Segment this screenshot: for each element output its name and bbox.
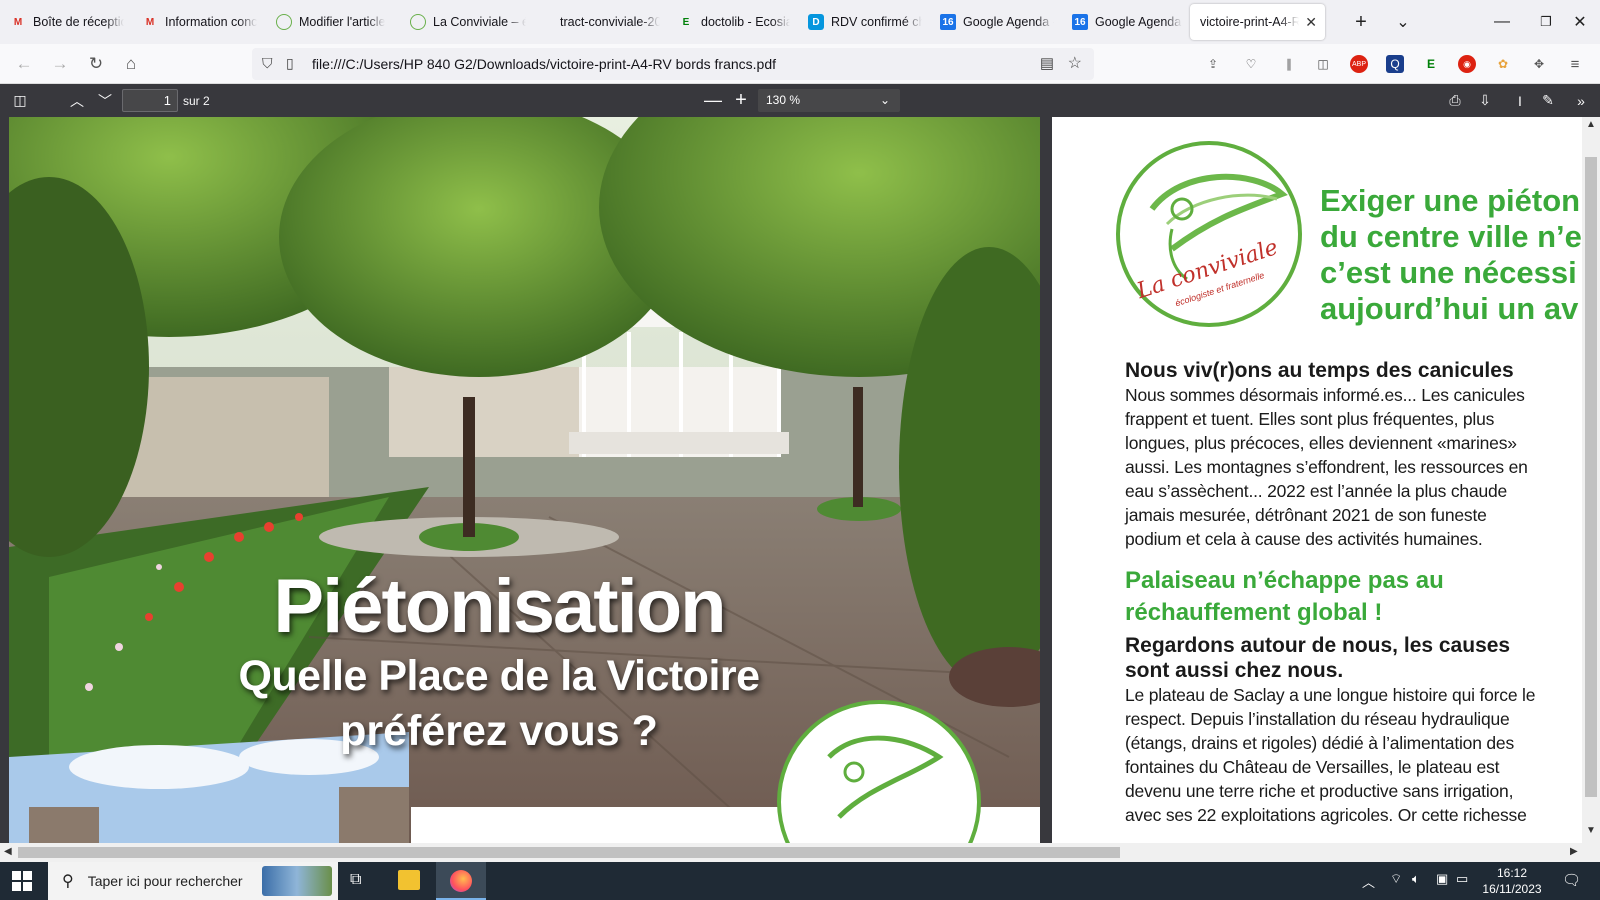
extension-orange-icon[interactable]: ✿ [1494, 55, 1512, 73]
text-tool-icon[interactable]: I [1508, 84, 1532, 117]
horizontal-scroll-thumb[interactable] [18, 847, 1120, 858]
vertical-scrollbar[interactable]: ▲ ▼ [1582, 117, 1600, 843]
back-arrow-icon[interactable]: ← [12, 52, 36, 76]
tab-modifier-article[interactable]: Modifier l'article [266, 0, 400, 44]
tab-victoire-pdf[interactable]: victoire-print-A4-R ✕ [1190, 4, 1325, 40]
tab-ecosia-doctolib[interactable]: Edoctolib - Ecosia [668, 0, 798, 44]
home-icon[interactable]: ⌂ [119, 52, 143, 76]
url-text[interactable]: file:///C:/Users/HP 840 G2/Downloads/vic… [312, 56, 776, 72]
article-body: Nous viv(r)ons au temps des canicules No… [1125, 358, 1565, 827]
draw-tool-icon[interactable]: ✎ [1536, 84, 1560, 117]
show-hidden-icons-icon[interactable]: ︿ [1362, 872, 1375, 891]
network-icon[interactable]: ⌔ [1390, 871, 1402, 887]
print-icon[interactable]: ⎙ [1442, 84, 1468, 117]
tab-google-agenda-2[interactable]: 16 Google Agenda - [1062, 0, 1190, 44]
chevron-down-icon: ⌄ [879, 93, 890, 107]
tab-strip: M Boîte de réceptio M Information conc Mod… [0, 0, 1600, 44]
pdf-viewer[interactable]: Piétonisation Quelle Place de la Victoir… [0, 117, 1600, 843]
navigation-toolbar: ← → ↻ ⌂ ⛉ ▯ file:///C:/Users/HP 840 G2/D… [0, 44, 1600, 84]
library-icon[interactable]: ∥ [1280, 55, 1298, 73]
battery-icon[interactable]: ▭ [1456, 871, 1468, 887]
tools-menu-icon[interactable]: » [1568, 84, 1594, 117]
ecosia-icon: E [682, 16, 690, 28]
ecosia-icon[interactable]: E [1422, 55, 1440, 73]
headline: Exiger une piéton du centre ville n’e c’… [1320, 183, 1582, 326]
scroll-up-icon[interactable]: ▲ [1586, 119, 1596, 130]
forward-arrow-icon[interactable]: → [48, 52, 72, 76]
reader-view-icon[interactable]: ▤ [1040, 54, 1054, 72]
section-heading-causes: Regardons autour de nous, les causes son… [1125, 634, 1511, 682]
minimize-button[interactable]: — [1480, 0, 1524, 44]
tab-gmail-inbox[interactable]: M Boîte de réceptio [0, 0, 132, 44]
new-tab-button[interactable]: + [1346, 0, 1376, 44]
pocket-icon[interactable]: ♡ [1242, 55, 1260, 73]
adblock-icon[interactable]: ABP [1350, 55, 1368, 73]
camera-icon[interactable]: ▣ [1436, 871, 1448, 887]
gmail-icon: M [13, 16, 23, 28]
vertical-scroll-thumb[interactable] [1585, 157, 1597, 797]
shield-icon[interactable]: ⛉ [262, 55, 273, 72]
calendar-icon: 16 [940, 14, 956, 30]
zoom-out-icon[interactable]: — [700, 84, 726, 117]
bookmark-star-icon[interactable]: ☆ [1068, 53, 1082, 73]
download-icon[interactable]: ⇩ [1472, 84, 1498, 117]
windows-start-icon[interactable] [12, 871, 32, 891]
tab-la-conviviale[interactable]: La Conviviale – é [400, 0, 534, 44]
page-title: Piétonisation [273, 564, 726, 649]
list-tabs-icon[interactable]: ⌄ [1388, 0, 1418, 44]
next-page-icon[interactable]: ﹀ [92, 84, 118, 117]
menu-icon[interactable]: ≡ [1566, 55, 1584, 73]
reload-icon[interactable]: ↻ [84, 52, 108, 76]
windows-taskbar: ⚲ Taper ici pour rechercher ⧉ ︿ ⌔ 🔈︎ ▣ ▭… [0, 862, 1600, 900]
extensions-puzzle-icon[interactable]: ✥ [1530, 55, 1548, 73]
volume-icon[interactable]: 🔈︎ [1412, 871, 1420, 887]
file-explorer-icon[interactable] [398, 870, 420, 890]
paragraph-plateau-saclay: Le plateau de Saclay a une longue histoi… [1125, 685, 1536, 825]
scroll-down-icon[interactable]: ▼ [1586, 825, 1596, 836]
scroll-left-icon[interactable]: ◀ [4, 846, 12, 857]
zoom-in-icon[interactable]: + [728, 84, 754, 117]
conviviale-icon [276, 14, 292, 30]
scroll-right-icon[interactable]: ▶ [1570, 846, 1578, 857]
tab-gmail-information[interactable]: M Information conc [132, 0, 266, 44]
pdf-page-1: Piétonisation Quelle Place de la Victoir… [9, 117, 1040, 843]
previous-page-icon[interactable]: ︿ [64, 84, 90, 117]
pdf-page-2: La conviviale écologiste et fraternelle … [1052, 117, 1592, 843]
page-subtitle-line2: préférez vous ? [340, 707, 658, 755]
gmail-icon: M [145, 16, 155, 28]
pdf-toolbar: ◫ ︿ ﹀ 1 sur 2 — + 130 % ⌄ ⎙ ⇩ I ✎ » [0, 84, 1600, 117]
section-heading-canicules: Nous viv(r)ons au temps des canicules [1125, 359, 1514, 382]
extension-red-icon[interactable]: ◉ [1458, 55, 1476, 73]
calendar-icon: 16 [1072, 14, 1088, 30]
zoom-select[interactable]: 130 % ⌄ [758, 89, 900, 112]
page-subtitle-line1: Quelle Place de la Victoire [238, 652, 760, 700]
tab-google-agenda-1[interactable]: 16 Google Agenda - [930, 0, 1062, 44]
page-count-label: sur 2 [183, 93, 210, 108]
file-icon: ▯ [286, 55, 294, 71]
firefox-taskbar-button[interactable] [436, 862, 486, 900]
task-view-icon[interactable]: ⧉ [350, 871, 361, 889]
sidebar-toggle-icon[interactable]: ◫ [6, 84, 34, 117]
taskbar-clock[interactable]: 16:12 16/11/2023 [1482, 865, 1542, 897]
green-heading-palaiseau: Palaiseau n’échappe pas au réchauffement… [1125, 567, 1444, 626]
horizontal-scrollbar[interactable]: ◀ ▶ [0, 843, 1600, 862]
close-window-button[interactable]: ✕ [1558, 0, 1600, 44]
taskbar-search-box[interactable]: ⚲ Taper ici pour rechercher [48, 862, 338, 900]
qwant-icon[interactable]: Q [1386, 55, 1404, 73]
close-tab-icon[interactable]: ✕ [1305, 14, 1317, 31]
conviviale-icon [410, 14, 426, 30]
save-to-pocket-icon[interactable]: ⇪ [1204, 55, 1222, 73]
paragraph-canicules: Nous sommes désormais informé.es... Les … [1125, 385, 1528, 549]
page-number-input[interactable]: 1 [122, 89, 178, 112]
firefox-icon [450, 870, 472, 892]
notifications-icon[interactable]: 🗨︎ [1562, 871, 1581, 889]
tab-rdv-confirme[interactable]: D RDV confirmé ch [798, 0, 930, 44]
search-highlight-image [262, 866, 332, 896]
search-icon: ⚲ [62, 873, 74, 890]
tab-tract-conviviale[interactable]: tract-conviviale-2023 [534, 0, 668, 44]
sidebar-icon[interactable]: ◫ [1314, 55, 1332, 73]
doctolib-icon: D [808, 14, 824, 30]
address-bar[interactable]: ⛉ ▯ file:///C:/Users/HP 840 G2/Downloads… [252, 48, 1094, 80]
